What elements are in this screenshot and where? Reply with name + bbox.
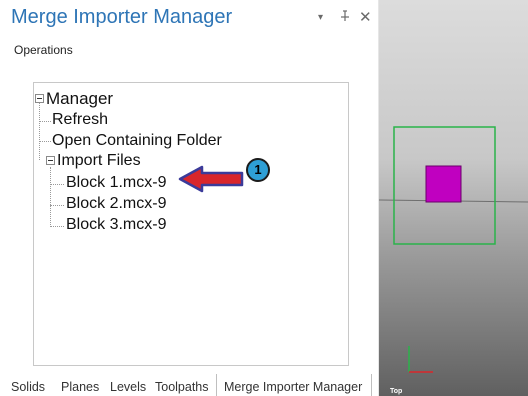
panel-title: Merge Importer Manager	[11, 6, 233, 28]
tree-connector	[50, 226, 64, 227]
tree-connector	[39, 141, 51, 142]
tree-node-file[interactable]: Block 1.mcx-9	[66, 174, 166, 192]
tree-node-refresh[interactable]: Refresh	[52, 111, 108, 129]
close-icon[interactable]: ✕	[359, 8, 372, 26]
graphics-viewport[interactable]: Top	[378, 0, 528, 396]
collapse-icon[interactable]	[35, 94, 44, 103]
tab-merge-importer-manager[interactable]: Merge Importer Manager	[224, 380, 362, 394]
collapse-icon[interactable]	[46, 156, 55, 165]
merge-importer-manager-panel: Merge Importer Manager ▾ ✕ Operations Ma…	[0, 0, 378, 396]
view-label: Top	[390, 388, 403, 395]
callout-number-badge: 1	[246, 158, 270, 182]
tab-solids[interactable]: Solids	[11, 380, 45, 394]
tree-connector	[39, 121, 51, 122]
viewport-canvas	[379, 126, 528, 373]
pin-icon[interactable]	[340, 10, 350, 25]
tab-toolpaths[interactable]: Toolpaths	[155, 380, 209, 394]
tree-connector	[50, 205, 64, 206]
tree-connector	[39, 102, 40, 160]
tree-node-manager[interactable]: Manager	[46, 90, 113, 108]
operations-label: Operations	[14, 43, 73, 57]
tab-levels[interactable]: Levels	[110, 380, 146, 394]
tab-planes[interactable]: Planes	[61, 380, 99, 394]
tree-node-file[interactable]: Block 2.mcx-9	[66, 195, 166, 213]
tree-connector	[50, 167, 51, 227]
tree-connector	[50, 184, 64, 185]
panel-tabs: Solids Planes Levels Toolpaths Merge Imp…	[0, 374, 378, 396]
tree-node-file[interactable]: Block 3.mcx-9	[66, 216, 166, 234]
operations-tree: Manager Refresh Open Containing Folder I…	[33, 82, 349, 366]
dropdown-icon[interactable]: ▾	[318, 12, 323, 23]
tree-node-open-containing-folder[interactable]: Open Containing Folder	[52, 132, 222, 150]
block-part	[425, 165, 462, 203]
callout-arrow-icon	[178, 165, 244, 193]
tree-node-import-files[interactable]: Import Files	[57, 152, 141, 170]
